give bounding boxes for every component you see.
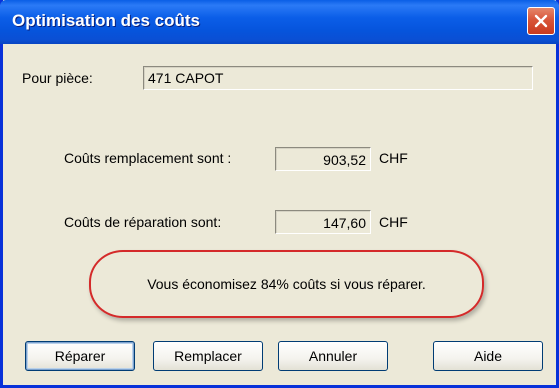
part-field: 471 CAPOT bbox=[143, 66, 533, 90]
part-label: Pour pièce: bbox=[22, 70, 93, 86]
repair-currency: CHF bbox=[379, 214, 408, 230]
repair-cost-value: 147,60 bbox=[323, 215, 366, 231]
dialog-window: Optimisation des coûts Pour pièce: 471 C… bbox=[0, 0, 559, 388]
replacement-cost-label: Coûts remplacement sont : bbox=[64, 150, 232, 166]
close-button[interactable] bbox=[527, 7, 555, 35]
window-title: Optimisation des coûts bbox=[12, 11, 200, 30]
cancel-button[interactable]: Annuler bbox=[278, 341, 388, 371]
title-bar[interactable]: Optimisation des coûts bbox=[0, 0, 559, 44]
help-button[interactable]: Aide bbox=[433, 341, 543, 371]
savings-message: Vous économisez 84% coûts si vous répare… bbox=[147, 276, 426, 292]
repair-button[interactable]: Réparer bbox=[25, 341, 135, 371]
replace-button[interactable]: Remplacer bbox=[153, 341, 263, 371]
replacement-cost-value: 903,52 bbox=[323, 152, 366, 168]
savings-highlight: Vous économisez 84% coûts si vous répare… bbox=[89, 250, 484, 318]
replacement-cost-field: 903,52 bbox=[275, 147, 371, 171]
repair-cost-field: 147,60 bbox=[275, 210, 371, 234]
part-value: 471 CAPOT bbox=[148, 70, 224, 86]
repair-cost-label: Coûts de réparation sont: bbox=[64, 214, 222, 230]
replacement-currency: CHF bbox=[379, 150, 408, 166]
close-icon bbox=[534, 14, 548, 28]
